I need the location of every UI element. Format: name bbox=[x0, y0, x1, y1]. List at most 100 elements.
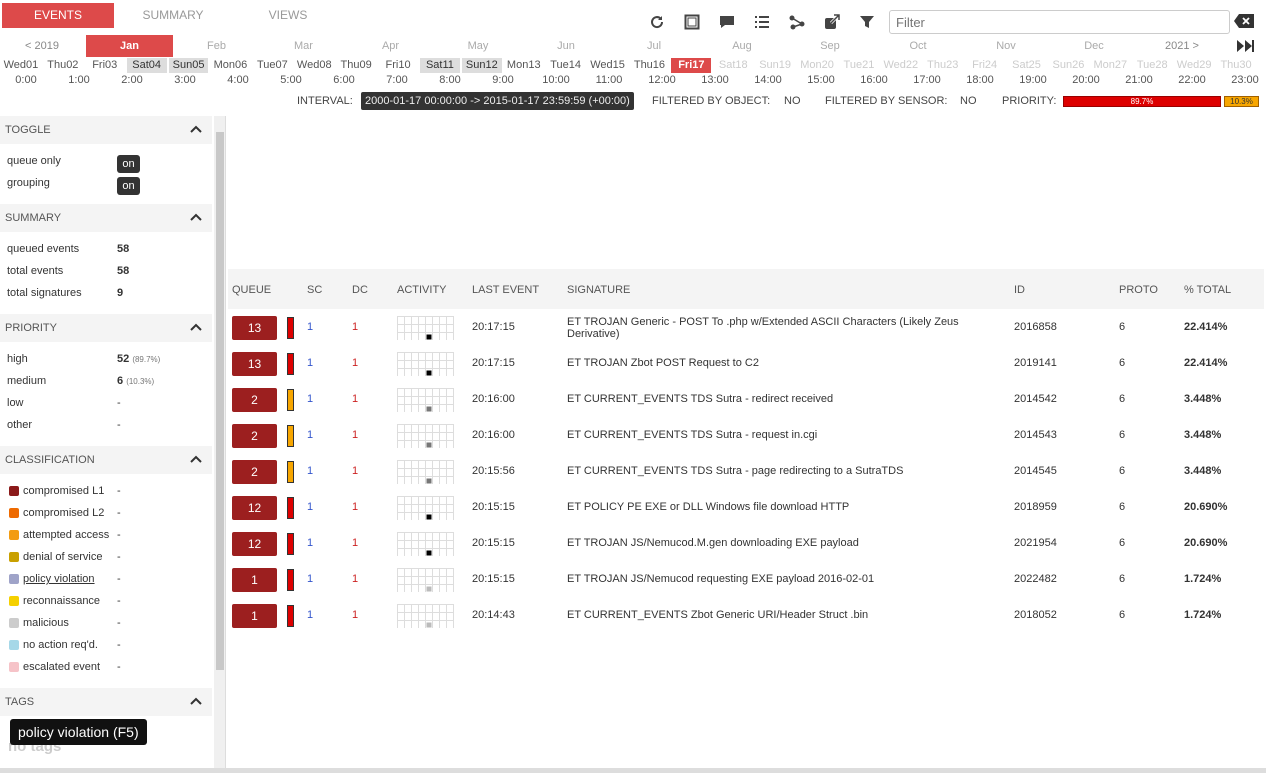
hour-label[interactable]: 5:00 bbox=[271, 74, 311, 86]
day-24[interactable]: Fri24 bbox=[965, 58, 1005, 73]
signature-text[interactable]: ET CURRENT_EVENTS TDS Sutra - request in… bbox=[567, 429, 967, 441]
chevron-up-icon[interactable] bbox=[190, 322, 202, 332]
hour-label[interactable]: 21:00 bbox=[1119, 74, 1159, 86]
hour-label[interactable]: 20:00 bbox=[1066, 74, 1106, 86]
queue-count-badge[interactable]: 12 bbox=[232, 496, 277, 520]
queue-count-badge[interactable]: 2 bbox=[232, 460, 277, 484]
hour-label[interactable]: 19:00 bbox=[1013, 74, 1053, 86]
day-29[interactable]: Wed29 bbox=[1174, 58, 1214, 73]
day-21[interactable]: Tue21 bbox=[839, 58, 879, 73]
hour-label[interactable]: 1:00 bbox=[59, 74, 99, 86]
day-14[interactable]: Tue14 bbox=[546, 58, 586, 73]
col-queue[interactable]: QUEUE bbox=[232, 284, 271, 296]
day-26[interactable]: Sun26 bbox=[1049, 58, 1089, 73]
dc-count[interactable]: 1 bbox=[352, 501, 358, 513]
clear-filter-icon[interactable] bbox=[1234, 14, 1254, 28]
month-jan[interactable]: Jan bbox=[86, 35, 173, 57]
priority-section-header[interactable]: PRIORITY bbox=[0, 314, 212, 342]
day-5[interactable]: Sun05 bbox=[168, 58, 209, 73]
day-31[interactable]: Fri31 bbox=[1258, 58, 1266, 73]
hour-label[interactable]: 10:00 bbox=[536, 74, 576, 86]
signature-text[interactable]: ET CURRENT_EVENTS Zbot Generic URI/Heade… bbox=[567, 609, 967, 621]
dc-count[interactable]: 1 bbox=[352, 573, 358, 585]
day-16[interactable]: Thu16 bbox=[630, 58, 670, 73]
signature-text[interactable]: ET TROJAN Generic - POST To .php w/Exten… bbox=[567, 316, 967, 340]
dc-count[interactable]: 1 bbox=[352, 537, 358, 549]
chevron-up-icon[interactable] bbox=[190, 212, 202, 222]
signature-id[interactable]: 2022482 bbox=[1014, 573, 1057, 585]
table-row[interactable]: 2 1 1 20:16:00 ET CURRENT_EVENTS TDS Sutra -… bbox=[228, 424, 1264, 460]
sc-count[interactable]: 1 bbox=[307, 429, 313, 441]
signature-id[interactable]: 2018959 bbox=[1014, 501, 1057, 513]
sc-count[interactable]: 1 bbox=[307, 357, 313, 369]
day-17[interactable]: Fri17 bbox=[671, 58, 712, 73]
day-2[interactable]: Thu02 bbox=[43, 58, 83, 73]
classification-label[interactable]: escalated event bbox=[23, 661, 100, 673]
hour-label[interactable]: 15:00 bbox=[801, 74, 841, 86]
signature-id[interactable]: 2016858 bbox=[1014, 321, 1057, 333]
hour-label[interactable]: 17:00 bbox=[907, 74, 947, 86]
priority-low-label[interactable]: low bbox=[7, 397, 24, 409]
queue-count-badge[interactable]: 13 bbox=[232, 352, 277, 376]
table-row[interactable]: 12 1 1 20:15:15 ET TROJAN JS/Nemucod.M.gen d… bbox=[228, 532, 1264, 568]
classification-label[interactable]: malicious bbox=[23, 617, 69, 629]
hour-label[interactable]: 6:00 bbox=[324, 74, 364, 86]
hour-label[interactable]: 22:00 bbox=[1172, 74, 1212, 86]
signature-id[interactable]: 2014543 bbox=[1014, 429, 1057, 441]
hour-label[interactable]: 0:00 bbox=[6, 74, 46, 86]
month-feb[interactable]: Feb bbox=[173, 35, 260, 57]
dc-count[interactable]: 1 bbox=[352, 429, 358, 441]
external-link-icon[interactable] bbox=[822, 12, 842, 32]
day-10[interactable]: Fri10 bbox=[378, 58, 418, 73]
day-1[interactable]: Wed01 bbox=[1, 58, 41, 73]
col-id[interactable]: ID bbox=[1014, 284, 1025, 296]
col-last-event[interactable]: LAST EVENT bbox=[472, 284, 539, 296]
signature-id[interactable]: 2021954 bbox=[1014, 537, 1057, 549]
signature-id[interactable]: 2019141 bbox=[1014, 357, 1057, 369]
day-28[interactable]: Tue28 bbox=[1132, 58, 1172, 73]
table-row[interactable]: 2 1 1 20:16:00 ET CURRENT_EVENTS TDS Sutra -… bbox=[228, 388, 1264, 424]
col-proto[interactable]: PROTO bbox=[1119, 284, 1158, 296]
table-row[interactable]: 2 1 1 20:15:56 ET CURRENT_EVENTS TDS Sutra -… bbox=[228, 460, 1264, 496]
signature-text[interactable]: ET TROJAN JS/Nemucod requesting EXE payl… bbox=[567, 573, 967, 585]
month-jul[interactable]: Jul bbox=[610, 35, 698, 57]
chevron-up-icon[interactable] bbox=[190, 124, 202, 134]
queue-count-badge[interactable]: 1 bbox=[232, 568, 277, 592]
table-row[interactable]: 13 1 1 20:17:15 ET TROJAN Generic - POST To … bbox=[228, 316, 1264, 352]
signature-id[interactable]: 2014542 bbox=[1014, 393, 1057, 405]
sc-count[interactable]: 1 bbox=[307, 537, 313, 549]
sidebar-scrollbar[interactable] bbox=[214, 116, 225, 768]
col-pct-total[interactable]: % TOTAL bbox=[1184, 284, 1231, 296]
day-19[interactable]: Sun19 bbox=[755, 58, 795, 73]
day-13[interactable]: Mon13 bbox=[504, 58, 544, 73]
queue-count-badge[interactable]: 12 bbox=[232, 532, 277, 556]
queue-count-badge[interactable]: 2 bbox=[232, 388, 277, 412]
queue-only-toggle[interactable]: on bbox=[117, 155, 140, 173]
queue-count-badge[interactable]: 1 bbox=[232, 604, 277, 628]
sc-count[interactable]: 1 bbox=[307, 321, 313, 333]
priority-high-label[interactable]: high bbox=[7, 353, 28, 365]
month-sep[interactable]: Sep bbox=[786, 35, 874, 57]
dc-count[interactable]: 1 bbox=[352, 609, 358, 621]
filter-icon[interactable] bbox=[857, 12, 877, 32]
month-may[interactable]: May bbox=[434, 35, 522, 57]
day-11[interactable]: Sat11 bbox=[420, 58, 460, 73]
summary-section-header[interactable]: SUMMARY bbox=[0, 204, 212, 232]
classification-label[interactable]: reconnaissance bbox=[23, 595, 100, 607]
priority-other-label[interactable]: other bbox=[7, 419, 32, 431]
day-7[interactable]: Tue07 bbox=[252, 58, 292, 73]
interval-value[interactable]: 2000-01-17 00:00:00 -> 2015-01-17 23:59:… bbox=[361, 92, 634, 110]
month-aug[interactable]: Aug bbox=[698, 35, 786, 57]
day-4[interactable]: Sat04 bbox=[126, 58, 167, 73]
table-row[interactable]: 12 1 1 20:15:15 ET POLICY PE EXE or DLL Wind… bbox=[228, 496, 1264, 532]
day-3[interactable]: Fri03 bbox=[85, 58, 125, 73]
col-signature[interactable]: SIGNATURE bbox=[567, 284, 630, 296]
hour-label[interactable]: 23:00 bbox=[1225, 74, 1265, 86]
sc-count[interactable]: 1 bbox=[307, 609, 313, 621]
sc-count[interactable]: 1 bbox=[307, 573, 313, 585]
day-25[interactable]: Sat25 bbox=[1007, 58, 1047, 73]
day-20[interactable]: Mon20 bbox=[797, 58, 837, 73]
hour-label[interactable]: 13:00 bbox=[695, 74, 735, 86]
classification-label[interactable]: attempted access bbox=[23, 529, 109, 541]
tab-views[interactable]: VIEWS bbox=[238, 3, 338, 28]
